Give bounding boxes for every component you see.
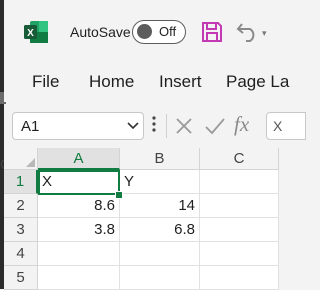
cell-c5[interactable] [200,266,279,290]
autosave-state: Off [159,24,177,39]
chevron-down-icon[interactable] [127,122,139,130]
tab-home[interactable]: Home [89,72,134,92]
cell-a4[interactable] [38,242,120,266]
cell-b2[interactable]: 14 [120,194,200,218]
column-header-a[interactable]: A [38,148,120,170]
cell-a5[interactable] [38,266,120,290]
title-bar: X AutoSave Off ▾ [4,0,279,64]
autosave-toggle[interactable]: Off [132,20,186,44]
name-box-value: A1 [21,118,40,135]
cell-c2[interactable] [200,194,279,218]
autosave-label: AutoSave [70,24,131,40]
row-header-5[interactable]: 5 [4,266,38,290]
worksheet-grid: A B C 1 2 3 4 5 X Y 8.6 14 3.8 6.8 [4,148,279,290]
cell-c1[interactable] [200,170,279,194]
formula-value: X [273,118,283,134]
save-icon[interactable] [200,20,224,44]
cell-b4[interactable] [120,242,200,266]
row-header-2[interactable]: 2 [4,194,38,218]
formula-input[interactable]: X [266,112,306,140]
cell-b3[interactable]: 6.8 [120,218,200,242]
cancel-icon[interactable] [174,116,194,136]
toggle-knob [137,24,152,39]
enter-check-icon[interactable] [204,116,226,136]
excel-icon[interactable]: X [24,21,48,43]
row-header-1[interactable]: 1 [4,170,38,194]
insert-function-icon[interactable]: fx [234,112,249,137]
row-header-4[interactable]: 4 [4,242,38,266]
cell-b1[interactable]: Y [120,170,200,194]
column-header-c[interactable]: C [200,148,279,170]
cell-c4[interactable] [200,242,279,266]
column-header-b[interactable]: B [120,148,200,170]
cell-c3[interactable] [200,218,279,242]
name-box[interactable]: A1 [12,112,144,140]
divider [166,114,167,138]
undo-dropdown-icon[interactable]: ▾ [262,28,267,39]
cell-b5[interactable] [120,266,200,290]
tab-insert[interactable]: Insert [159,72,202,92]
cell-a2[interactable]: 8.6 [38,194,120,218]
select-all-corner[interactable] [4,148,38,170]
fill-handle[interactable] [115,191,123,199]
cell-a1[interactable]: X [38,170,120,194]
more-options-icon[interactable] [152,115,156,133]
ribbon-tabs: File Home Insert Page La [4,64,289,102]
tab-file[interactable]: File [32,72,59,92]
tab-page-layout[interactable]: Page La [226,72,289,92]
select-all-icon [26,158,35,167]
row-header-3[interactable]: 3 [4,218,38,242]
cell-a3[interactable]: 3.8 [38,218,120,242]
formula-bar: A1 fx X [4,104,306,148]
undo-icon[interactable] [236,20,260,42]
svg-text:X: X [27,28,34,39]
